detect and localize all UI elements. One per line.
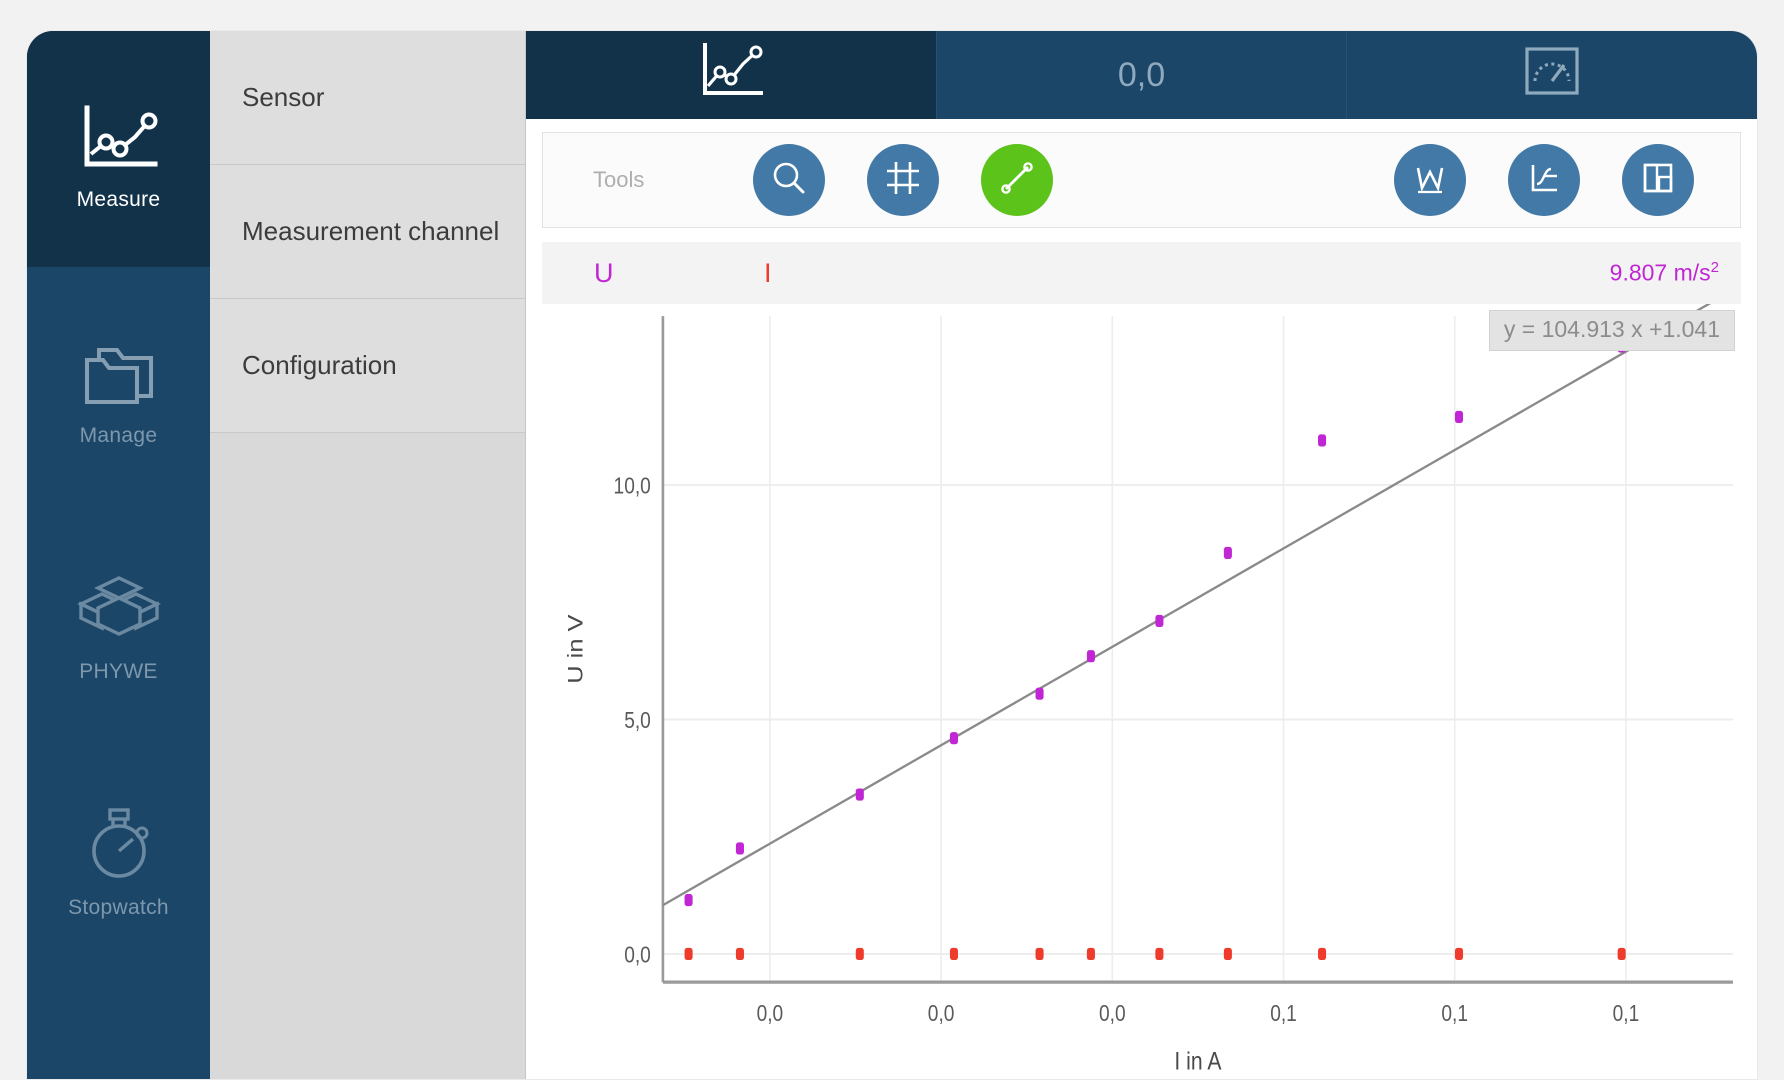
chart-area[interactable]: 0,0 5,0 10,0 0,0 0,0 0,0 0,1 0,1 0,1 U in V I in A… bbox=[542, 304, 1741, 1079]
sidebar-item-label: Manage bbox=[79, 424, 158, 447]
svg-text:0,1: 0,1 bbox=[1441, 1001, 1468, 1026]
svg-text:5,0: 5,0 bbox=[624, 708, 651, 733]
svg-text:U in V: U in V bbox=[563, 614, 587, 684]
sidebar-item-measure[interactable]: Measure bbox=[27, 31, 210, 267]
svg-text:0,0: 0,0 bbox=[1099, 1001, 1126, 1026]
legend-channel-i[interactable]: I bbox=[764, 258, 772, 289]
scatter-plot[interactable]: 0,0 5,0 10,0 0,0 0,0 0,0 0,1 0,1 0,1 U in V I in A bbox=[542, 304, 1741, 1079]
derivative-tool-button[interactable] bbox=[1508, 144, 1580, 216]
magnifier-icon bbox=[769, 158, 809, 203]
slope-line-icon bbox=[997, 158, 1037, 203]
zoom-tool-button[interactable] bbox=[753, 144, 825, 216]
panel-item-sensor[interactable]: Sensor bbox=[210, 31, 525, 165]
line-chart-icon bbox=[698, 42, 764, 109]
stopwatch-icon bbox=[79, 794, 159, 880]
sidebar-item-phywe[interactable]: PHYWE bbox=[27, 503, 210, 739]
gauge-icon bbox=[1523, 45, 1581, 106]
sidebar-item-label: Stopwatch bbox=[68, 896, 169, 919]
tools-label: Tools bbox=[593, 167, 645, 192]
sidebar-item-manage[interactable]: Manage bbox=[27, 267, 210, 503]
measurement-value-exponent: 2 bbox=[1710, 259, 1719, 277]
tab-value-label: 0,0 bbox=[1117, 55, 1166, 94]
svg-text:0,0: 0,0 bbox=[928, 1001, 955, 1026]
panel-item-measurement-channel[interactable]: Measurement channel bbox=[210, 165, 525, 299]
svg-text:0,1: 0,1 bbox=[1270, 1001, 1297, 1026]
measurement-value-text: 9.807 m/s bbox=[1609, 259, 1711, 286]
layout-tool-button[interactable] bbox=[1622, 144, 1694, 216]
measurement-value: 9.807 m/s2 bbox=[1610, 259, 1719, 287]
crosshair-icon bbox=[883, 158, 923, 203]
sidebar-item-stopwatch[interactable]: Stopwatch bbox=[27, 739, 210, 975]
channel-legend-row: U I 9.807 m/s2 bbox=[542, 242, 1741, 304]
view-tabbar: 0,0 bbox=[526, 31, 1757, 119]
peak-analysis-tool-button[interactable] bbox=[1394, 144, 1466, 216]
panel-item-label: Sensor bbox=[242, 82, 325, 112]
tab-gauge[interactable] bbox=[1347, 31, 1757, 119]
derivative-icon bbox=[1524, 158, 1564, 203]
panel-item-configuration[interactable]: Configuration bbox=[210, 299, 525, 433]
sidebar-item-label: Measure bbox=[76, 188, 161, 211]
tab-graph[interactable] bbox=[526, 31, 937, 119]
panels-icon bbox=[1638, 158, 1678, 203]
line-chart-icon bbox=[79, 86, 159, 172]
fit-equation-label: y = 104.913 x +1.041 bbox=[1488, 310, 1735, 351]
folders-icon bbox=[77, 322, 161, 408]
crosshair-tool-button[interactable] bbox=[867, 144, 939, 216]
slope-tool-button[interactable] bbox=[981, 144, 1053, 216]
svg-text:10,0: 10,0 bbox=[614, 474, 651, 499]
svg-text:0,0: 0,0 bbox=[757, 1001, 784, 1026]
panel-item-label: Configuration bbox=[242, 350, 397, 380]
sidebar-item-label: PHYWE bbox=[79, 660, 158, 683]
svg-text:I in A: I in A bbox=[1174, 1046, 1221, 1074]
panel-item-label: Measurement channel bbox=[242, 216, 500, 246]
app-window: Measure Manage PHYWE Stopwatch Sensor Me… bbox=[27, 31, 1757, 1079]
peak-w-icon bbox=[1410, 158, 1450, 203]
svg-text:0,0: 0,0 bbox=[624, 943, 651, 968]
main-content: 0,0 Tools U I 9.807 m/s2 0,0 5,0 10,0 0,… bbox=[526, 31, 1757, 1079]
tools-toolbar: Tools bbox=[542, 132, 1741, 228]
settings-panel: Sensor Measurement channel Configuration bbox=[210, 31, 526, 1079]
primary-sidebar: Measure Manage PHYWE Stopwatch bbox=[27, 31, 210, 1079]
cubes-logo-icon bbox=[73, 558, 165, 644]
tab-digital-value[interactable]: 0,0 bbox=[937, 31, 1348, 119]
svg-text:0,1: 0,1 bbox=[1613, 1001, 1640, 1026]
legend-channel-u[interactable]: U bbox=[594, 258, 764, 289]
